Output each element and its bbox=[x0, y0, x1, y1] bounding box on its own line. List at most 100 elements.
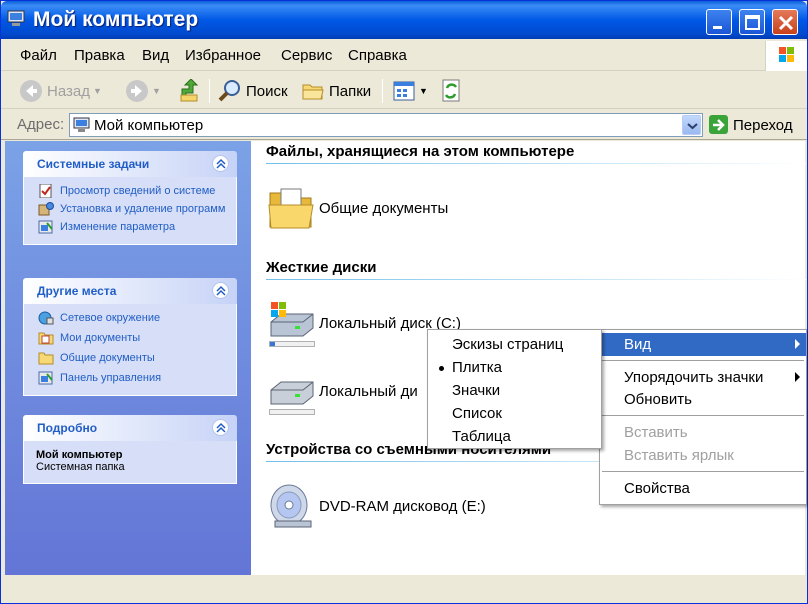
collapse-icon[interactable] bbox=[212, 155, 229, 172]
ctx-item-properties[interactable]: Свойства bbox=[600, 477, 806, 500]
my-computer-small-icon bbox=[73, 117, 90, 132]
ctx-separator bbox=[602, 360, 804, 361]
other-places-body: Сетевое окружение Мои документы Общие до… bbox=[23, 304, 237, 396]
details-panel: Подробно Мой компьютер Системная папка bbox=[23, 415, 237, 484]
collapse-icon[interactable] bbox=[212, 282, 229, 299]
menu-edit[interactable]: Правка bbox=[74, 47, 125, 64]
menu-favorites[interactable]: Избранное bbox=[185, 47, 261, 64]
menu-view[interactable]: Вид bbox=[142, 47, 169, 64]
chevron-down-icon bbox=[687, 123, 698, 130]
tile-shared-documents[interactable]: Общие документы bbox=[267, 183, 448, 233]
submenu-arrow-icon bbox=[795, 339, 800, 349]
ctx-item-label: Обновить bbox=[624, 391, 692, 408]
ctx-item-paste-shortcut[interactable]: Вставить ярлык bbox=[600, 444, 806, 467]
network-icon bbox=[38, 311, 54, 325]
view-option-tiles[interactable]: Плитка bbox=[428, 356, 601, 379]
menu-bar: Файл Правка Вид Избранное Сервис Справка bbox=[1, 41, 807, 71]
details-item-type: Системная папка bbox=[36, 461, 125, 473]
view-option-icons[interactable]: Значки bbox=[428, 379, 601, 402]
view-option-label: Таблица bbox=[452, 428, 511, 445]
shared-folder-icon bbox=[38, 352, 54, 365]
system-tasks-title: Системные задачи bbox=[37, 157, 150, 171]
view-option-label: Список bbox=[452, 405, 502, 422]
system-tasks-body: Просмотр сведений о системе Установка и … bbox=[23, 177, 237, 245]
go-button[interactable]: Переход bbox=[708, 114, 793, 136]
system-tasks-header[interactable]: Системные задачи bbox=[23, 151, 237, 177]
tile-dvd-drive[interactable]: DVD-RAM дисковод (E:) bbox=[267, 481, 486, 531]
menu-file[interactable]: Файл bbox=[20, 47, 57, 64]
window-title: Мой компьютер bbox=[33, 8, 199, 31]
ctx-item-arrange-icons[interactable]: Упорядочить значки bbox=[600, 366, 806, 389]
folder-icon bbox=[268, 188, 314, 229]
details-body: Мой компьютер Системная папка bbox=[23, 441, 237, 484]
ctx-item-refresh[interactable]: Обновить bbox=[600, 388, 806, 411]
group-header-hard-drives: Жесткие диски bbox=[266, 259, 377, 276]
address-value: Мой компьютер bbox=[94, 117, 204, 134]
my-computer-icon bbox=[7, 10, 25, 26]
other-places-panel: Другие места Сетевое окружение Мои докум… bbox=[23, 278, 237, 396]
place-link-control-panel[interactable]: Панель управления bbox=[38, 371, 226, 385]
back-button[interactable]: Назад ▼ bbox=[19, 78, 102, 104]
ctx-item-label: Упорядочить значки bbox=[624, 369, 764, 386]
task-link-add-remove[interactable]: Установка и удаление программ bbox=[38, 202, 226, 216]
address-dropdown-button[interactable] bbox=[682, 115, 701, 135]
ctx-item-paste[interactable]: Вставить bbox=[600, 421, 806, 444]
minimize-icon bbox=[713, 26, 722, 29]
menu-help[interactable]: Справка bbox=[348, 47, 407, 64]
place-link-network[interactable]: Сетевое окружение bbox=[38, 311, 226, 325]
details-header[interactable]: Подробно bbox=[23, 415, 237, 441]
details-item-name: Мой компьютер bbox=[36, 449, 123, 461]
task-link-system-info[interactable]: Просмотр сведений о системе bbox=[38, 184, 226, 198]
view-option-details[interactable]: Таблица bbox=[428, 425, 601, 448]
maximize-button[interactable] bbox=[739, 9, 765, 35]
views-icon bbox=[393, 81, 415, 101]
go-label: Переход bbox=[733, 116, 793, 134]
address-input[interactable]: Мой компьютер bbox=[69, 113, 703, 137]
menu-tools[interactable]: Сервис bbox=[281, 47, 332, 64]
search-button[interactable]: Поиск bbox=[218, 78, 288, 104]
add-remove-programs-icon bbox=[38, 202, 54, 216]
folders-button[interactable]: Папки bbox=[301, 78, 371, 104]
toolbar-separator bbox=[209, 79, 210, 103]
close-icon bbox=[778, 15, 794, 31]
ctx-separator bbox=[602, 415, 804, 416]
view-submenu: Эскизы страниц Плитка Значки Список Табл… bbox=[427, 329, 602, 449]
sync-icon bbox=[442, 79, 460, 102]
toolbar: Назад ▼ ▼ Поиск Папки ▼ bbox=[1, 72, 807, 109]
status-bar bbox=[1, 576, 807, 603]
control-panel-icon bbox=[38, 220, 53, 234]
views-dropdown-icon[interactable]: ▼ bbox=[419, 86, 428, 96]
up-button[interactable] bbox=[179, 78, 201, 104]
ctx-item-view[interactable]: Вид bbox=[600, 333, 806, 356]
system-info-icon bbox=[39, 184, 52, 198]
task-pane: Системные задачи Просмотр сведений о сис… bbox=[5, 141, 251, 575]
drive-c-usage-fill bbox=[270, 342, 276, 346]
sync-button[interactable] bbox=[441, 78, 463, 104]
other-places-header[interactable]: Другие места bbox=[23, 278, 237, 304]
minimize-button[interactable] bbox=[706, 9, 732, 35]
forward-button[interactable]: ▼ bbox=[125, 78, 161, 104]
views-button[interactable]: ▼ bbox=[392, 78, 428, 104]
title-bar[interactable]: Мой компьютер bbox=[1, 1, 807, 39]
address-bar: Адрес: Мой компьютер Переход bbox=[1, 110, 807, 140]
place-link-shared-documents[interactable]: Общие документы bbox=[38, 352, 226, 365]
ctx-item-label: Вид bbox=[624, 336, 652, 353]
tile-label: DVD-RAM дисковод (E:) bbox=[319, 497, 486, 515]
group-divider bbox=[266, 163, 806, 164]
view-option-thumbnails[interactable]: Эскизы страниц bbox=[428, 333, 601, 356]
task-link-change-setting[interactable]: Изменение параметра bbox=[38, 220, 226, 234]
toolbar-separator bbox=[382, 79, 383, 103]
place-link-my-documents[interactable]: Мои документы bbox=[38, 332, 226, 345]
system-tasks-panel: Системные задачи Просмотр сведений о сис… bbox=[23, 151, 237, 245]
close-button[interactable] bbox=[772, 9, 798, 35]
back-dropdown-icon[interactable]: ▼ bbox=[93, 86, 102, 96]
back-arrow-icon bbox=[20, 80, 42, 102]
place-link-label: Общие документы bbox=[60, 352, 155, 364]
submenu-arrow-icon bbox=[795, 372, 800, 382]
tile-label: Локальный ди bbox=[319, 382, 418, 400]
folders-icon bbox=[302, 84, 324, 100]
drive-c-usage-bar bbox=[269, 341, 315, 347]
collapse-icon[interactable] bbox=[212, 419, 229, 436]
view-option-list[interactable]: Список bbox=[428, 402, 601, 425]
forward-dropdown-icon[interactable]: ▼ bbox=[152, 86, 161, 96]
